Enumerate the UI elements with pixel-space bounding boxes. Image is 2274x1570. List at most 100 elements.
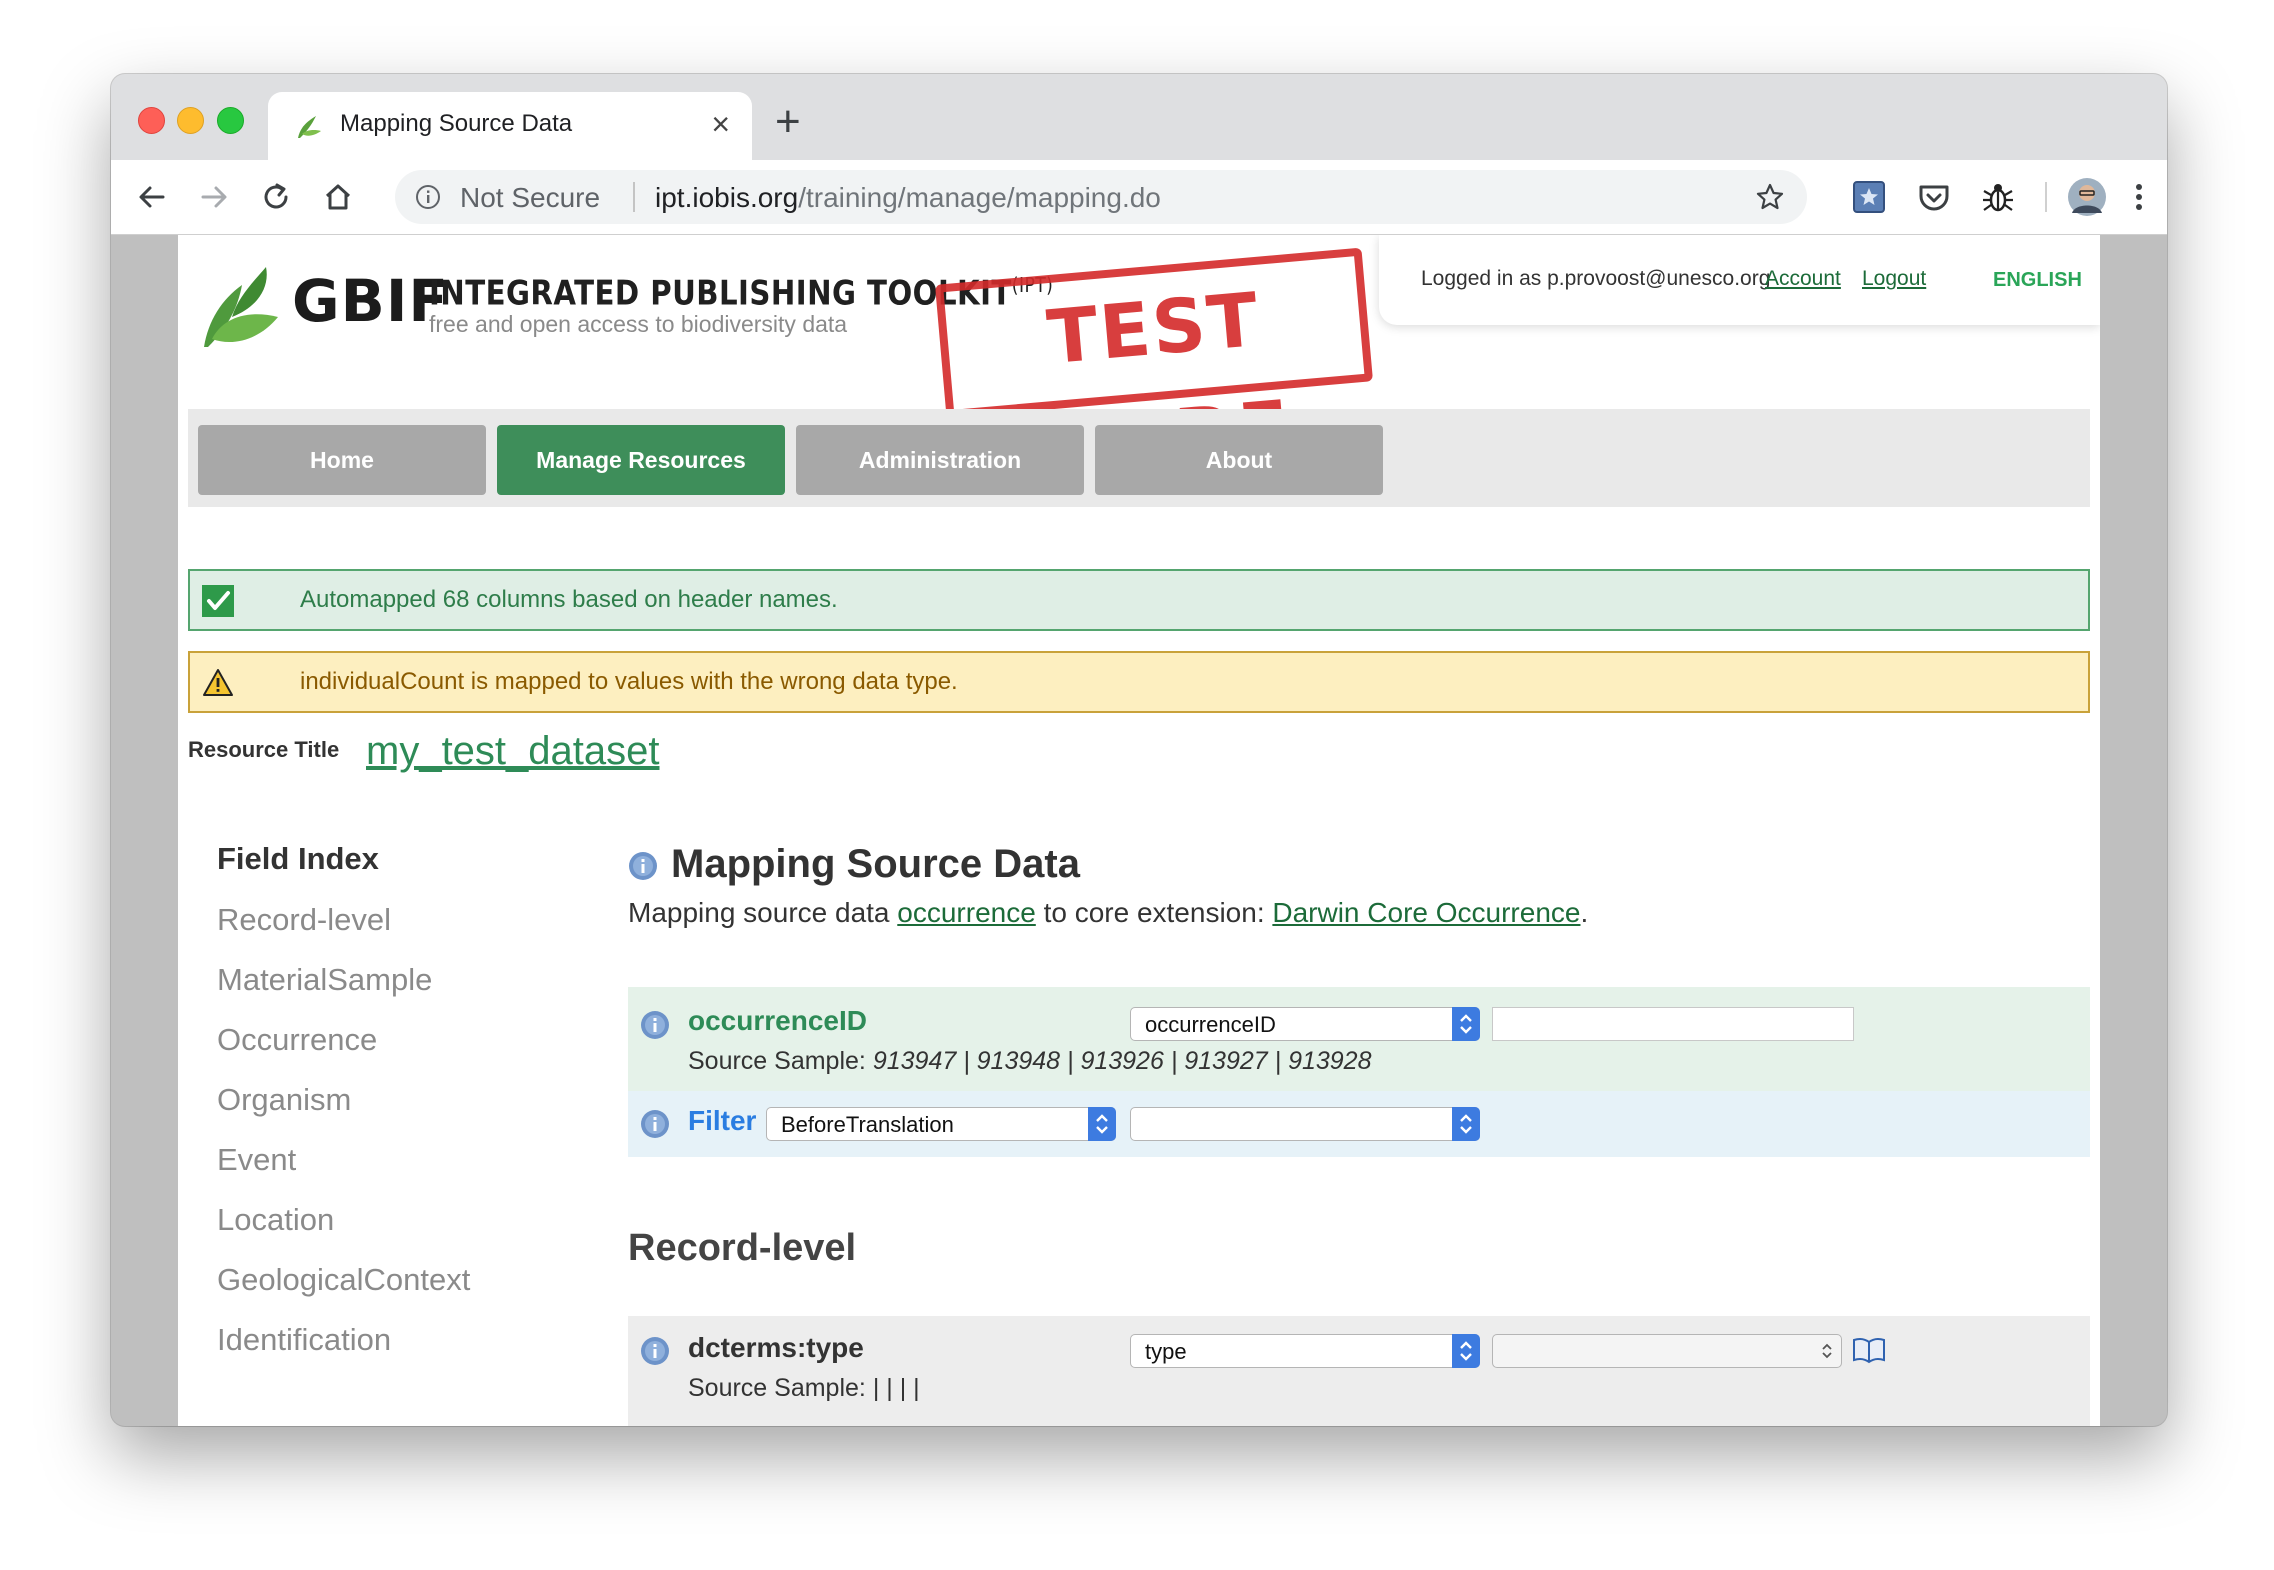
checkmark-icon: [202, 585, 234, 617]
warning-message-text: individualCount is mapped to values with…: [300, 668, 958, 695]
warning-message: individualCount is mapped to values with…: [188, 651, 2090, 713]
gbif-leaf-logo-icon[interactable]: [198, 259, 292, 355]
source-sample-values: 913947 | 913948 | 913926 | 913927 | 9139…: [872, 1047, 1372, 1075]
source-sample-label: Source Sample:: [688, 1047, 873, 1075]
field-index-organism[interactable]: Organism: [217, 1082, 351, 1118]
occurrence-link[interactable]: occurrence: [897, 897, 1036, 928]
forward-arrow-icon[interactable]: [195, 178, 233, 216]
field-index-occurrence[interactable]: Occurrence: [217, 1022, 377, 1058]
vocabulary-book-icon[interactable]: [1852, 1336, 1886, 1364]
account-link[interactable]: Account: [1765, 267, 1841, 291]
bug-extension-icon[interactable]: [1980, 179, 2016, 215]
main-nav: Home Manage Resources Administration Abo…: [188, 409, 2090, 507]
page-content: GBIF INTEGRATED PUBLISHING TOOLKIT(IPT) …: [178, 235, 2100, 1426]
warning-triangle-icon: [203, 669, 233, 696]
filter-label: Filter: [688, 1105, 757, 1136]
chevron-updown-icon: [1452, 1007, 1480, 1041]
browser-window: Mapping Source Data × + Not Secure ipt.i…: [111, 74, 2167, 1426]
resource-title-link[interactable]: my_test_dataset: [366, 729, 660, 774]
minimize-window-button[interactable]: [177, 107, 204, 134]
reload-icon[interactable]: [257, 178, 295, 216]
bookmark-extension-icon[interactable]: [1851, 179, 1887, 215]
info-icon[interactable]: [640, 1010, 670, 1040]
source-sample-label: Source Sample:: [688, 1374, 866, 1402]
dcterms-type-source-select[interactable]: type: [1130, 1334, 1480, 1368]
toolbar-divider: [2045, 182, 2047, 212]
gbif-favicon-icon: [298, 116, 321, 138]
nav-manage-resources-button[interactable]: Manage Resources: [497, 425, 785, 495]
occurrenceid-field-name: occurrenceID: [688, 1005, 867, 1036]
desc-middle: to core extension:: [1035, 897, 1273, 928]
bookmark-star-icon[interactable]: [1755, 182, 1785, 212]
info-icon[interactable]: [640, 1336, 670, 1366]
source-sample-values: | | | |: [872, 1374, 920, 1402]
gbif-wordmark: GBIF: [292, 267, 450, 335]
resource-title-label: Resource Title: [188, 737, 340, 762]
logged-in-text: Logged in as p.provoost@unesco.org: [1421, 267, 1771, 290]
filter-row: Filter BeforeTranslation: [628, 1091, 2090, 1157]
login-panel: Logged in as p.provoost@unesco.org Accou…: [1379, 235, 2100, 325]
field-index-identification[interactable]: Identification: [217, 1322, 391, 1358]
darwin-core-link[interactable]: Darwin Core Occurrence: [1272, 897, 1580, 928]
select-value: type: [1145, 1339, 1187, 1364]
toolkit-subtitle: free and open access to biodiversity dat…: [429, 311, 848, 337]
mapping-description: Mapping source data occurrence to core e…: [628, 897, 1588, 929]
mapping-title: Mapping Source Data: [671, 842, 1080, 886]
field-index-event[interactable]: Event: [217, 1142, 296, 1178]
browser-toolbar: Not Secure ipt.iobis.org/training/manage…: [111, 160, 2167, 235]
toolkit-title-text: INTEGRATED PUBLISHING TOOLKIT: [429, 273, 1012, 314]
security-label: Not Secure: [460, 182, 601, 213]
address-divider: [633, 182, 635, 212]
nav-about-button[interactable]: About: [1095, 425, 1383, 495]
field-index-geologicalcontext[interactable]: GeologicalContext: [217, 1262, 470, 1298]
dcterms-type-vocab-select[interactable]: [1492, 1334, 1842, 1368]
record-level-title: Record-level: [628, 1227, 857, 1269]
dcterms-type-row: dcterms:type Source Sample: | | | | type: [628, 1316, 2090, 1426]
info-icon[interactable]: [628, 851, 658, 881]
chevron-updown-icon: [1088, 1107, 1116, 1141]
field-index-materialsample[interactable]: MaterialSample: [217, 962, 432, 998]
field-index-record-level[interactable]: Record-level: [217, 902, 391, 938]
profile-avatar[interactable]: [2067, 177, 2107, 217]
field-index-title: Field Index: [217, 841, 379, 876]
pocket-icon[interactable]: [1916, 179, 1952, 215]
desc-prefix: Mapping source data: [628, 897, 898, 928]
info-icon[interactable]: [640, 1109, 670, 1139]
url-host: ipt.iobis.org: [655, 182, 799, 213]
language-selector[interactable]: ENGLISH: [1993, 269, 2082, 292]
dcterms-type-source-sample: Source Sample: | | | |: [688, 1374, 920, 1403]
back-arrow-icon[interactable]: [133, 178, 171, 216]
tab-strip: Mapping Source Data × +: [111, 74, 2167, 160]
chevron-updown-icon: [1452, 1107, 1480, 1141]
menu-kebab-icon[interactable]: [2121, 179, 2157, 215]
desc-suffix: .: [1580, 897, 1589, 928]
maximize-window-button[interactable]: [217, 107, 244, 134]
browser-tab[interactable]: Mapping Source Data ×: [268, 92, 752, 160]
chevron-updown-icon: [1452, 1334, 1480, 1368]
dcterms-type-field-name: dcterms:type: [688, 1332, 864, 1363]
occurrenceid-row: occurrenceID Source Sample: 913947 | 913…: [628, 987, 2090, 1091]
filter-timing-select[interactable]: BeforeTranslation: [766, 1107, 1116, 1141]
occurrenceid-constant-input[interactable]: [1492, 1007, 1854, 1041]
select-value: BeforeTranslation: [781, 1112, 954, 1137]
chevron-updown-icon: [1822, 1343, 1832, 1359]
url-path: /training/manage/mapping.do: [798, 182, 1161, 213]
field-index-location[interactable]: Location: [217, 1202, 334, 1238]
url-text[interactable]: ipt.iobis.org/training/manage/mapping.do: [655, 182, 1161, 214]
tab-title: Mapping Source Data: [340, 110, 573, 137]
home-icon[interactable]: [319, 178, 357, 216]
close-window-button[interactable]: [138, 107, 165, 134]
logout-link[interactable]: Logout: [1862, 267, 1926, 291]
filter-column-select[interactable]: [1130, 1107, 1480, 1141]
success-message: Automapped 68 columns based on header na…: [188, 569, 2090, 631]
select-value: occurrenceID: [1145, 1012, 1276, 1037]
nav-home-button[interactable]: Home: [198, 425, 486, 495]
occurrenceid-source-select[interactable]: occurrenceID: [1130, 1007, 1480, 1041]
new-tab-button[interactable]: +: [775, 100, 801, 144]
nav-administration-button[interactable]: Administration: [796, 425, 1084, 495]
address-bar[interactable]: Not Secure ipt.iobis.org/training/manage…: [395, 170, 1807, 224]
success-message-text: Automapped 68 columns based on header na…: [300, 586, 838, 613]
info-circle-icon[interactable]: [415, 184, 441, 210]
occurrenceid-source-sample: Source Sample: 913947 | 913948 | 913926 …: [688, 1047, 1372, 1076]
tab-close-icon[interactable]: ×: [711, 104, 730, 144]
